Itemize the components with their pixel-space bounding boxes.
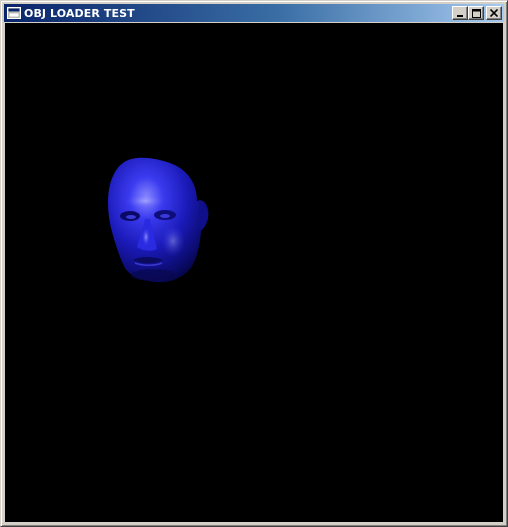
app-window: OBJ LOADER TEST <box>0 0 508 527</box>
maximize-button[interactable] <box>468 6 484 20</box>
app-window-icon[interactable] <box>6 6 22 20</box>
title-bar[interactable]: OBJ LOADER TEST <box>4 4 504 22</box>
render-viewport[interactable] <box>5 23 503 522</box>
face-surface <box>108 157 209 283</box>
maximize-icon <box>471 8 481 18</box>
minimize-button[interactable] <box>452 6 468 20</box>
window-title: OBJ LOADER TEST <box>24 6 135 20</box>
minimize-icon <box>457 15 463 17</box>
close-icon <box>490 9 498 17</box>
face-model <box>108 157 209 283</box>
close-button[interactable] <box>486 6 502 20</box>
window-controls <box>452 6 502 20</box>
